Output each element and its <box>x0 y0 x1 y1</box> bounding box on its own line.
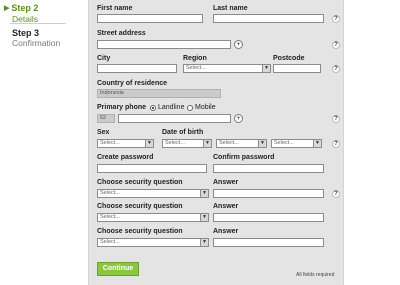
chevron-down-icon: ▼ <box>200 214 208 221</box>
region-select[interactable]: Select... ▼ <box>183 64 271 73</box>
country-label: Country of residence <box>97 80 168 87</box>
security-question-3-select[interactable]: Select... ▼ <box>97 238 209 247</box>
primary-phone-label: Primary phone <box>97 104 147 111</box>
date-of-birth-label: Date of birth <box>162 129 204 136</box>
postcode-input[interactable] <box>273 64 321 73</box>
phone-country-code: 62 <box>97 114 115 123</box>
create-password-label: Create password <box>97 154 154 161</box>
answer-2-input[interactable] <box>213 213 324 222</box>
city-label: City <box>97 55 111 62</box>
dob-month-value: Select... <box>219 140 239 146</box>
security-question-3-value: Select... <box>100 239 120 245</box>
mobile-radio[interactable] <box>187 105 193 111</box>
help-icon[interactable]: ? <box>332 15 340 23</box>
step-3[interactable]: Step 3 Confirmation <box>12 28 60 48</box>
add-phone-icon[interactable]: + <box>234 114 243 123</box>
sex-label: Sex <box>97 129 110 136</box>
create-password-input[interactable] <box>97 164 207 173</box>
step-divider <box>10 23 66 24</box>
step-2-title: ▶ Step 2 <box>4 3 39 13</box>
postcode-label: Postcode <box>273 55 305 62</box>
chevron-down-icon: ▼ <box>262 65 270 72</box>
phone-number-input[interactable] <box>118 114 231 123</box>
steps-sidebar: ▶ Step 2 Details Step 3 Confirmation <box>0 0 88 285</box>
chevron-down-icon: ▼ <box>145 140 153 147</box>
chevron-down-icon: ▼ <box>200 190 208 197</box>
answer-3-input[interactable] <box>213 238 324 247</box>
street-address-label: Street address <box>97 30 146 37</box>
first-name-input[interactable] <box>97 14 203 23</box>
step-3-subtitle: Confirmation <box>12 38 61 48</box>
dob-year-select[interactable]: Select... ▼ <box>271 139 322 148</box>
chevron-down-icon: ▼ <box>200 239 208 246</box>
answer-1-input[interactable] <box>213 189 324 198</box>
help-icon[interactable]: ? <box>332 65 340 73</box>
country-field: Indonesia <box>97 89 221 98</box>
sex-select-value: Select... <box>100 140 120 146</box>
chevron-down-icon: ▼ <box>313 140 321 147</box>
region-label: Region <box>183 55 207 62</box>
help-icon[interactable]: ? <box>332 115 340 123</box>
city-input[interactable] <box>97 64 177 73</box>
landline-label: Landline <box>158 104 185 111</box>
step-arrow-icon: ▶ <box>4 5 10 12</box>
dob-day-value: Select... <box>165 140 185 146</box>
region-select-value: Select... <box>186 65 206 71</box>
help-icon[interactable]: ? <box>332 41 340 49</box>
chevron-down-icon: ▼ <box>203 140 211 147</box>
security-question-1-value: Select... <box>100 190 120 196</box>
street-address-input[interactable] <box>97 40 231 49</box>
landline-radio[interactable] <box>150 105 156 111</box>
security-question-1-select[interactable]: Select... ▼ <box>97 189 209 198</box>
security-question-3-label: Choose security question <box>97 228 183 235</box>
dob-day-select[interactable]: Select... ▼ <box>162 139 212 148</box>
add-address-line-icon[interactable]: + <box>234 40 243 49</box>
security-question-1-label: Choose security question <box>97 179 183 186</box>
security-question-2-select[interactable]: Select... ▼ <box>97 213 209 222</box>
dob-month-select[interactable]: Select... ▼ <box>216 139 267 148</box>
answer-1-label: Answer <box>213 179 239 186</box>
continue-button[interactable]: Continue <box>97 262 139 276</box>
security-question-2-label: Choose security question <box>97 203 183 210</box>
first-name-label: First name <box>97 5 133 12</box>
chevron-down-icon: ▼ <box>258 140 266 147</box>
answer-2-label: Answer <box>213 203 239 210</box>
sex-select[interactable]: Select... ▼ <box>97 139 154 148</box>
last-name-input[interactable] <box>213 14 324 23</box>
dob-year-value: Select... <box>274 140 294 146</box>
help-icon[interactable]: ? <box>332 140 340 148</box>
confirm-password-input[interactable] <box>213 164 324 173</box>
step-2[interactable]: ▶ Step 2 Details <box>4 3 38 24</box>
help-icon[interactable]: ? <box>332 190 340 198</box>
last-name-label: Last name <box>213 5 248 12</box>
required-note: All fields required <box>296 272 335 278</box>
security-question-2-value: Select... <box>100 214 120 220</box>
confirm-password-label: Confirm password <box>213 154 275 161</box>
answer-3-label: Answer <box>213 228 239 235</box>
step-3-title: Step 3 <box>12 28 40 38</box>
mobile-label: Mobile <box>195 104 216 111</box>
